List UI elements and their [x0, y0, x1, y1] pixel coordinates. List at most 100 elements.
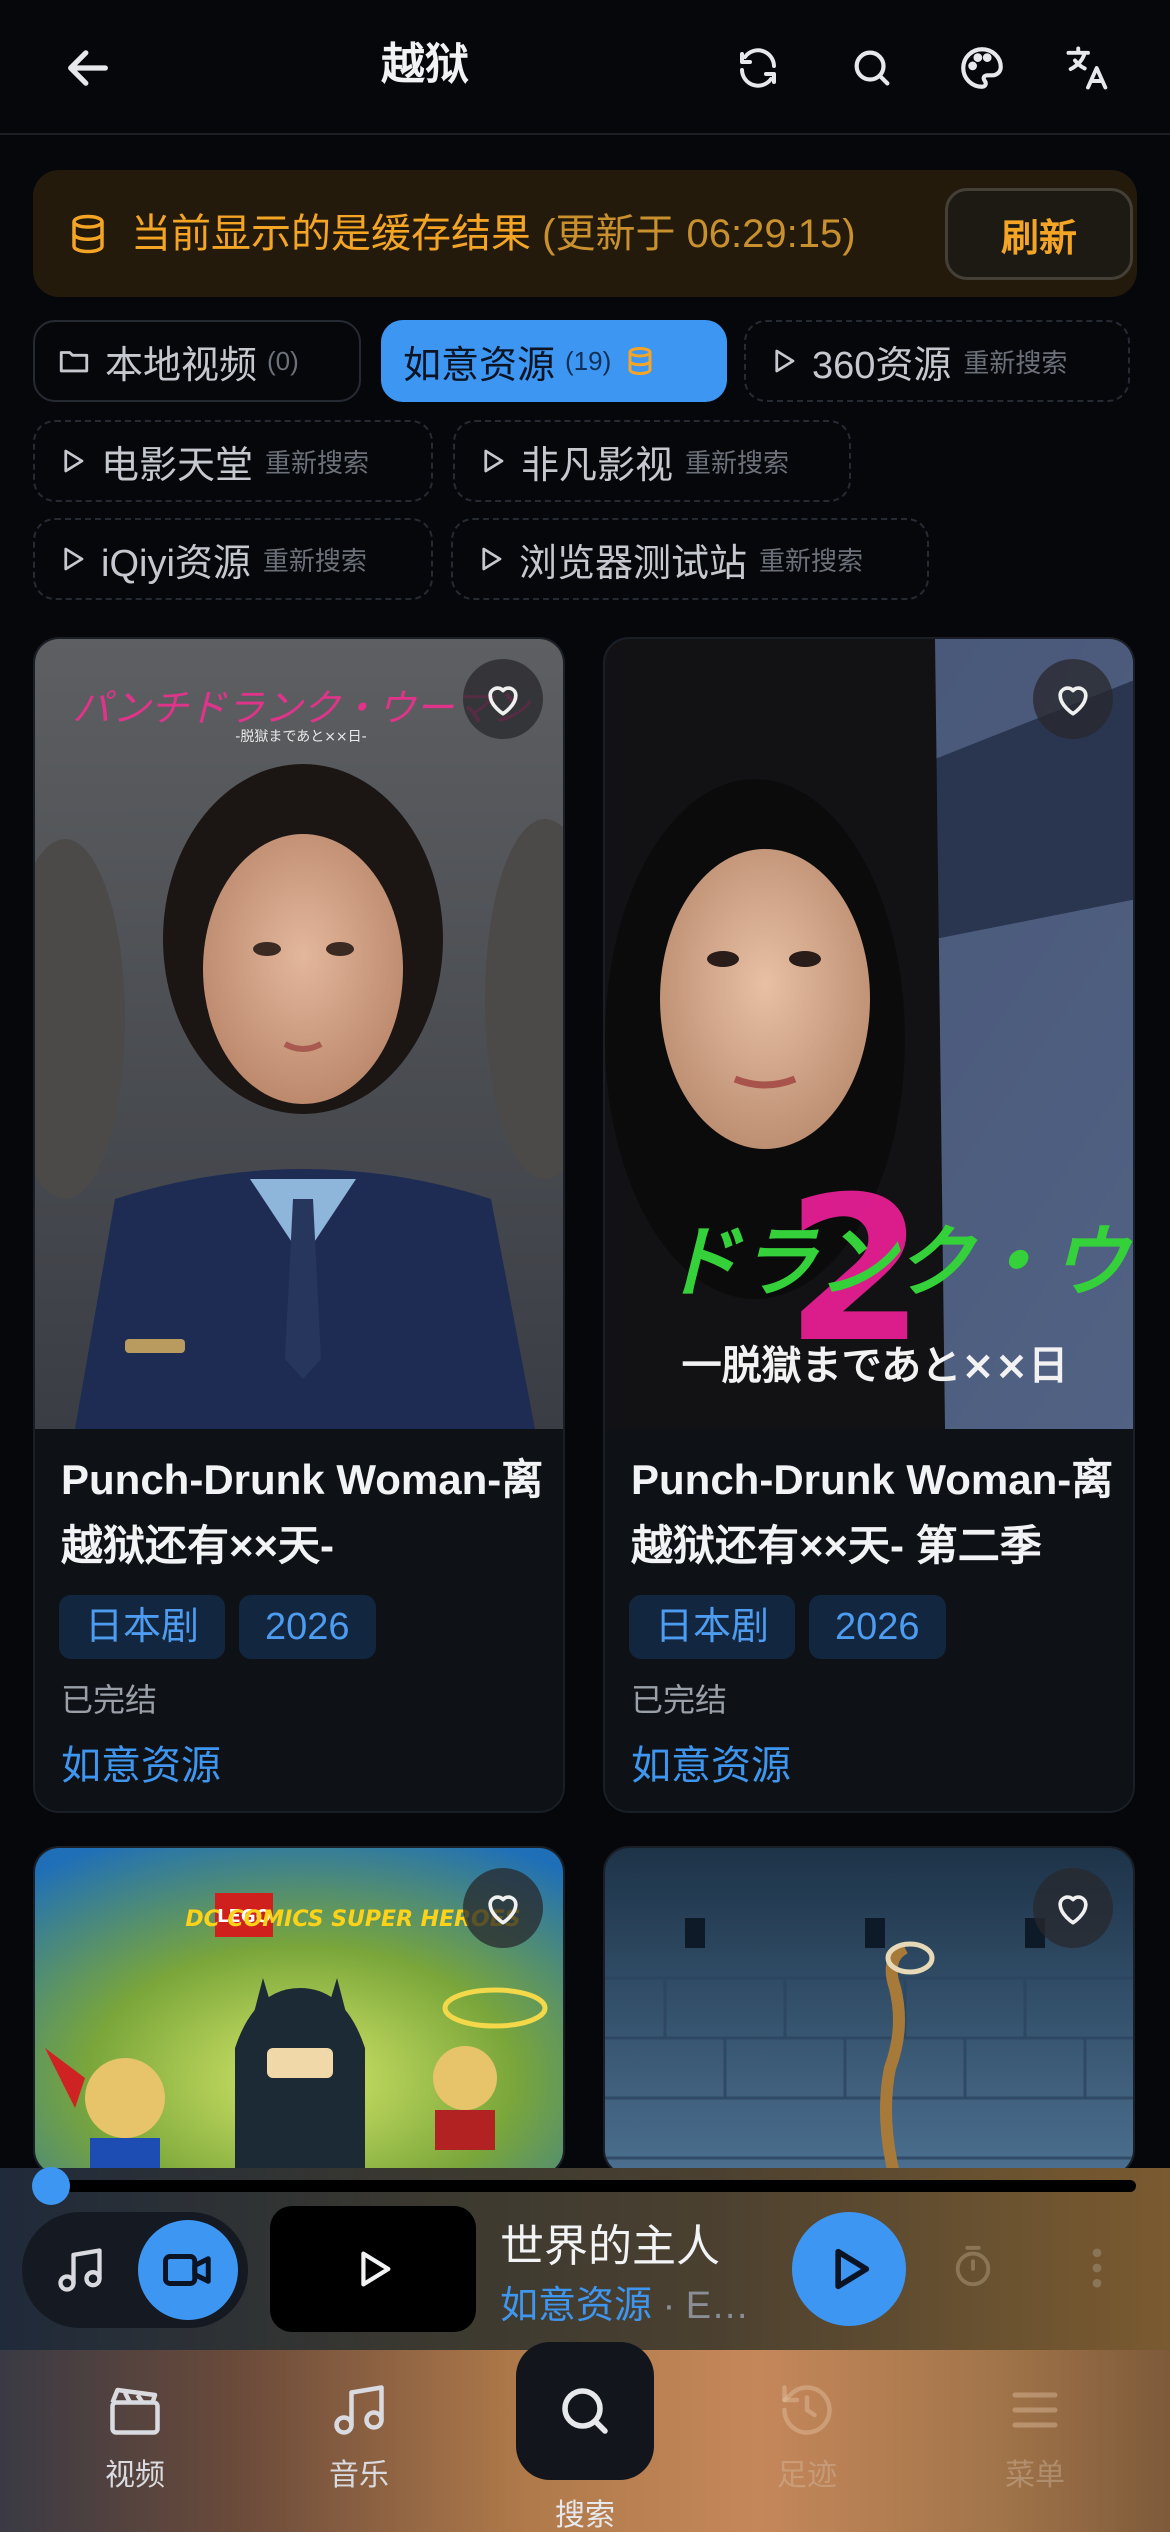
source-chip-360[interactable]: 360资源 重新搜索	[744, 320, 1130, 402]
bottom-navigation: 视频 音乐 搜索 足迹 菜单	[0, 2342, 1170, 2532]
year-tag: 2026	[239, 1595, 376, 1659]
source-chip-ruyi[interactable]: 如意资源 (19)	[381, 320, 727, 402]
source-name: 如意资源	[403, 344, 556, 387]
category-tag: 日本剧	[629, 1595, 796, 1659]
play-icon	[835, 2248, 870, 2290]
timer-icon	[955, 2245, 991, 2287]
status-text: 已完结	[61, 1682, 158, 1718]
nav-label: 搜索	[555, 2499, 615, 2532]
now-playing-subtitle: 如意资源 · E…	[500, 2274, 780, 2329]
result-title: Punch-Drunk Woman-离越狱还有××天- 第二季	[631, 1456, 1114, 1569]
poster-title-text: ドランク・ウ	[662, 1218, 1133, 1308]
translate-icon	[1066, 46, 1108, 89]
play-outline-icon	[477, 445, 507, 477]
refresh-icon	[740, 47, 776, 88]
search-button[interactable]	[832, 30, 912, 105]
favorite-button[interactable]	[1033, 1868, 1113, 1948]
more-vertical-icon	[1092, 2248, 1102, 2288]
heart-icon	[1058, 1895, 1088, 1925]
menu-icon	[1012, 2392, 1058, 2428]
play-outline-icon	[57, 543, 87, 575]
source-count: (0)	[267, 345, 299, 376]
theme-button[interactable]	[942, 30, 1022, 105]
source-count: (19)	[565, 345, 612, 376]
tag-list: 日本剧 2026	[629, 1595, 946, 1659]
nav-label: 菜单	[1005, 2459, 1065, 2492]
category-tag: 日本剧	[59, 1595, 226, 1659]
nav-label: 视频	[105, 2459, 165, 2492]
cache-updated-time: (更新于 06:29:15)	[542, 212, 856, 256]
nav-tab-music[interactable]: 音乐	[284, 2380, 434, 2510]
nav-label: 音乐	[329, 2459, 389, 2492]
translate-button[interactable]	[1048, 30, 1128, 105]
source-chip-dytt[interactable]: 电影天堂 重新搜索	[33, 420, 433, 502]
result-card[interactable]: 2 ドランク・ウ 一脱獄まであと××日 Punch-Drunk Woman-离越…	[603, 637, 1135, 1813]
status-text: 已完结	[631, 1682, 728, 1718]
more-options-button[interactable]	[1064, 2228, 1130, 2308]
play-button[interactable]	[792, 2212, 906, 2326]
cache-notice-banner: 当前显示的是缓存结果 (更新于 06:29:15) 刷新	[33, 170, 1137, 297]
source-name: iQiyi资源	[101, 542, 251, 585]
result-card[interactable]	[603, 1846, 1135, 2176]
source-chip-iqiyi[interactable]: iQiyi资源 重新搜索	[33, 518, 433, 600]
source-name: 非凡影视	[521, 444, 674, 487]
source-chip-browser-test[interactable]: 浏览器测试站 重新搜索	[451, 518, 929, 600]
nav-tab-search[interactable]	[516, 2342, 654, 2480]
result-card[interactable]: LEGO DC COMICS SUPER HEROES	[33, 1846, 565, 2176]
result-card[interactable]: パンチドランク・ウーマン -脱獄まであと××日- Punch-Drunk Wom…	[33, 637, 565, 1813]
nav-tab-menu[interactable]: 菜单	[960, 2380, 1110, 2510]
research-hint: 重新搜索	[759, 545, 864, 576]
tag-list: 日本剧 2026	[59, 1595, 376, 1659]
video-mode-button[interactable]	[138, 2220, 238, 2320]
research-hint: 重新搜索	[685, 447, 790, 478]
cache-notice-text: 当前显示的是缓存结果	[131, 212, 531, 256]
nav-label: 足迹	[777, 2459, 837, 2492]
source-chip-local[interactable]: 本地视频 (0)	[33, 320, 361, 402]
heart-icon	[488, 686, 518, 716]
source-chip-feifan[interactable]: 非凡影视 重新搜索	[453, 420, 851, 502]
music-note-icon	[58, 2248, 102, 2292]
heart-icon	[488, 1895, 518, 1925]
nav-tab-video[interactable]: 视频	[60, 2380, 210, 2510]
source-link[interactable]: 如意资源	[61, 1733, 221, 1791]
research-hint: 重新搜索	[963, 347, 1068, 378]
source-link[interactable]: 如意资源	[631, 1733, 791, 1791]
source-name: 电影天堂	[101, 444, 254, 487]
sleep-timer-button[interactable]	[940, 2234, 1006, 2300]
database-icon	[625, 345, 655, 377]
source-name: 本地视频	[105, 344, 258, 387]
favorite-button[interactable]	[463, 1868, 543, 1948]
folder-icon	[57, 344, 91, 378]
favorite-button[interactable]	[1033, 659, 1113, 739]
source-name: 浏览器测试站	[519, 542, 748, 585]
play-outline-icon	[475, 543, 505, 575]
music-mode-button[interactable]	[40, 2230, 120, 2310]
mini-player: 世界的主人 如意资源 · E…	[0, 2167, 1170, 2350]
progress-bar[interactable]	[32, 2167, 1136, 2205]
database-icon	[67, 212, 109, 261]
favorite-button[interactable]	[463, 659, 543, 739]
poster-subtitle-text: -脱獄まであと××日-	[235, 729, 366, 745]
nav-tab-history[interactable]: 足迹	[732, 2380, 882, 2510]
palette-icon	[961, 46, 1003, 89]
search-icon	[562, 2388, 608, 2434]
refresh-icon-button[interactable]	[718, 30, 798, 105]
video-preview-play-button[interactable]	[270, 2206, 476, 2332]
play-outline-icon	[57, 445, 87, 477]
research-hint: 重新搜索	[262, 545, 367, 576]
play-outline-icon	[361, 2251, 391, 2287]
now-playing-source: 如意资源	[500, 2285, 653, 2327]
music-note-icon	[334, 2385, 384, 2435]
progress-knob[interactable]	[32, 2167, 70, 2205]
search-icon	[854, 50, 890, 85]
arrow-left-icon	[68, 49, 108, 86]
source-name: 360资源	[812, 344, 952, 387]
now-playing-title: 世界的主人	[500, 2222, 720, 2271]
page-title: 越狱	[381, 40, 469, 89]
result-title: Punch-Drunk Woman-离越狱还有××天-	[61, 1456, 544, 1569]
refresh-button[interactable]: 刷新	[945, 188, 1133, 280]
year-tag: 2026	[809, 1595, 946, 1659]
app-header: 越狱	[0, 0, 1170, 135]
research-hint: 重新搜索	[265, 447, 370, 478]
back-button[interactable]	[48, 30, 128, 105]
